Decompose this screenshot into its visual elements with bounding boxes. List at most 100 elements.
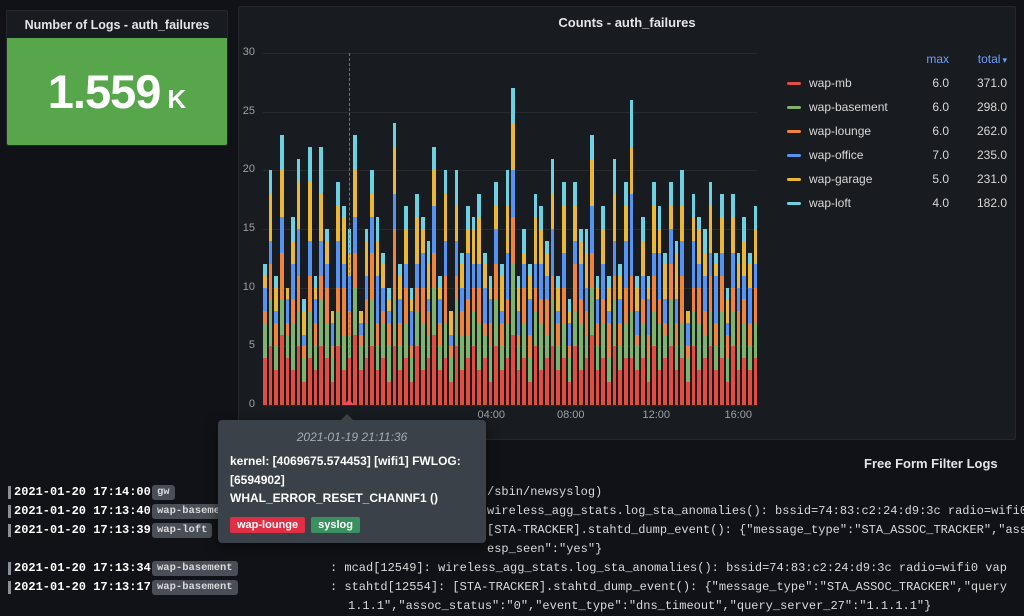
legend-series-name[interactable]: wap-garage bbox=[809, 172, 901, 186]
stacked-bar[interactable] bbox=[494, 53, 498, 405]
stacked-bar[interactable] bbox=[269, 53, 273, 405]
stacked-bar[interactable] bbox=[562, 53, 566, 405]
legend-series-name[interactable]: wap-mb bbox=[809, 76, 901, 90]
legend-row[interactable]: wap-loft4.0182.0 bbox=[787, 191, 1007, 215]
legend-header-max[interactable]: max bbox=[901, 52, 949, 66]
chart-plot[interactable]: 051015202530 bbox=[263, 53, 757, 405]
legend-series-name[interactable]: wap-office bbox=[809, 148, 901, 162]
stacked-bar[interactable] bbox=[415, 53, 419, 405]
stacked-bar[interactable] bbox=[596, 53, 600, 405]
stacked-bar[interactable] bbox=[528, 53, 532, 405]
stacked-bar[interactable] bbox=[280, 53, 284, 405]
log-row[interactable]: 2021-01-20 17:13:39wap-loft[STA-TRACKER]… bbox=[0, 521, 1024, 540]
stacked-bar[interactable] bbox=[398, 53, 402, 405]
stacked-bar[interactable] bbox=[387, 53, 391, 405]
stacked-bar[interactable] bbox=[692, 53, 696, 405]
stacked-bar[interactable] bbox=[630, 53, 634, 405]
stacked-bar[interactable] bbox=[410, 53, 414, 405]
stacked-bar[interactable] bbox=[641, 53, 645, 405]
stacked-bar[interactable] bbox=[517, 53, 521, 405]
log-row[interactable]: 1.1.1","assoc_status":"0","event_type":"… bbox=[0, 597, 1024, 616]
stacked-bar[interactable] bbox=[308, 53, 312, 405]
stacked-bar[interactable] bbox=[726, 53, 730, 405]
log-row[interactable]: 2021-01-20 17:14:00gw/sbin/newsyslog) bbox=[0, 483, 1024, 502]
stacked-bar[interactable] bbox=[381, 53, 385, 405]
stacked-bar[interactable] bbox=[449, 53, 453, 405]
stacked-bar[interactable] bbox=[342, 53, 346, 405]
stacked-bar[interactable] bbox=[500, 53, 504, 405]
stacked-bar[interactable] bbox=[714, 53, 718, 405]
stacked-bar[interactable] bbox=[601, 53, 605, 405]
stacked-bar[interactable] bbox=[737, 53, 741, 405]
stacked-bar[interactable] bbox=[652, 53, 656, 405]
stacked-bar[interactable] bbox=[754, 53, 758, 405]
stacked-bar[interactable] bbox=[336, 53, 340, 405]
stacked-bar[interactable] bbox=[703, 53, 707, 405]
stacked-bar[interactable] bbox=[438, 53, 442, 405]
stacked-bar[interactable] bbox=[291, 53, 295, 405]
stacked-bar[interactable] bbox=[618, 53, 622, 405]
stacked-bar[interactable] bbox=[522, 53, 526, 405]
stacked-bar[interactable] bbox=[607, 53, 611, 405]
stacked-bar[interactable] bbox=[286, 53, 290, 405]
stacked-bar[interactable] bbox=[432, 53, 436, 405]
legend-row[interactable]: wap-mb6.0371.0 bbox=[787, 71, 1007, 95]
stacked-bar[interactable] bbox=[393, 53, 397, 405]
stacked-bar[interactable] bbox=[613, 53, 617, 405]
stacked-bar[interactable] bbox=[635, 53, 639, 405]
chart-panel-title[interactable]: Counts - auth_failures bbox=[239, 15, 1015, 30]
legend-row[interactable]: wap-basement6.0298.0 bbox=[787, 95, 1007, 119]
stacked-bar[interactable] bbox=[731, 53, 735, 405]
stacked-bar[interactable] bbox=[663, 53, 667, 405]
log-label-chip[interactable]: wap-basement bbox=[152, 580, 238, 595]
stacked-bar[interactable] bbox=[370, 53, 374, 405]
log-row[interactable]: 2021-01-20 17:13:17wap-basement: stahtd[… bbox=[0, 578, 1024, 597]
stacked-bar[interactable] bbox=[680, 53, 684, 405]
stacked-bar[interactable] bbox=[314, 53, 318, 405]
stacked-bar[interactable] bbox=[353, 53, 357, 405]
stacked-bar[interactable] bbox=[455, 53, 459, 405]
legend-row[interactable]: wap-garage5.0231.0 bbox=[787, 167, 1007, 191]
logs-panel-title[interactable]: Free Form Filter Logs bbox=[864, 456, 998, 471]
stacked-bar[interactable] bbox=[669, 53, 673, 405]
stacked-bar[interactable] bbox=[466, 53, 470, 405]
stacked-bar[interactable] bbox=[624, 53, 628, 405]
stacked-bar[interactable] bbox=[675, 53, 679, 405]
log-row[interactable]: 2021-01-20 17:13:34wap-basement: mcad[12… bbox=[0, 559, 1024, 578]
stacked-bar[interactable] bbox=[404, 53, 408, 405]
stacked-bar[interactable] bbox=[539, 53, 543, 405]
stacked-bar[interactable] bbox=[365, 53, 369, 405]
annotation-marker-icon[interactable] bbox=[344, 399, 354, 405]
stacked-bar[interactable] bbox=[506, 53, 510, 405]
stacked-bar[interactable] bbox=[421, 53, 425, 405]
log-label-chip[interactable]: gw bbox=[152, 485, 175, 500]
stacked-bar[interactable] bbox=[579, 53, 583, 405]
legend-row[interactable]: wap-lounge6.0262.0 bbox=[787, 119, 1007, 143]
stacked-bar[interactable] bbox=[556, 53, 560, 405]
legend-header-total[interactable]: total▾ bbox=[949, 52, 1007, 66]
legend-series-name[interactable]: wap-basement bbox=[809, 100, 901, 114]
stacked-bar[interactable] bbox=[297, 53, 301, 405]
stacked-bar[interactable] bbox=[658, 53, 662, 405]
log-row[interactable]: 2021-01-20 17:13:40wap-basementwireless_… bbox=[0, 502, 1024, 521]
stat-panel-title[interactable]: Number of Logs - auth_failures bbox=[7, 11, 227, 38]
stacked-bar[interactable] bbox=[331, 53, 335, 405]
stacked-bar[interactable] bbox=[489, 53, 493, 405]
stacked-bar[interactable] bbox=[697, 53, 701, 405]
stacked-bar[interactable] bbox=[483, 53, 487, 405]
legend-series-name[interactable]: wap-lounge bbox=[809, 124, 901, 138]
stacked-bar[interactable] bbox=[477, 53, 481, 405]
stacked-bar[interactable] bbox=[590, 53, 594, 405]
stacked-bar[interactable] bbox=[748, 53, 752, 405]
stacked-bar[interactable] bbox=[585, 53, 589, 405]
stacked-bar[interactable] bbox=[325, 53, 329, 405]
stacked-bar[interactable] bbox=[427, 53, 431, 405]
stacked-bar[interactable] bbox=[647, 53, 651, 405]
stacked-bar[interactable] bbox=[534, 53, 538, 405]
stacked-bar[interactable] bbox=[460, 53, 464, 405]
stacked-bar[interactable] bbox=[742, 53, 746, 405]
tooltip-tag[interactable]: wap-lounge bbox=[230, 517, 305, 533]
stacked-bar[interactable] bbox=[302, 53, 306, 405]
legend-series-name[interactable]: wap-loft bbox=[809, 196, 901, 210]
tooltip-tag[interactable]: syslog bbox=[311, 517, 360, 533]
